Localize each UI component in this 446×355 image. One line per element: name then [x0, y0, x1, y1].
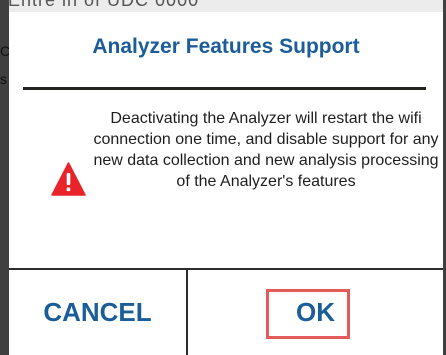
left-dim-edge: C s [0, 0, 11, 355]
ok-button[interactable]: OK [188, 270, 443, 355]
background-peek-letter: s [0, 71, 7, 87]
background-text: Entre in of UDC 0000 [8, 0, 200, 10]
cancel-button[interactable]: CANCEL [9, 270, 186, 355]
title-divider [23, 87, 426, 90]
dialog-message: Deactivating the Analyzer will restart t… [93, 110, 439, 190]
screen: Entre in of UDC 0000 C s Analyzer Featur… [0, 0, 446, 355]
background-peek-letter: C [0, 43, 11, 59]
warning-triangle-icon [51, 162, 86, 196]
background-app-strip: Entre in of UDC 0000 [0, 0, 446, 12]
analyzer-features-dialog: Analyzer Features Support Deactivating t… [9, 12, 443, 355]
dialog-title: Analyzer Features Support [92, 35, 360, 58]
